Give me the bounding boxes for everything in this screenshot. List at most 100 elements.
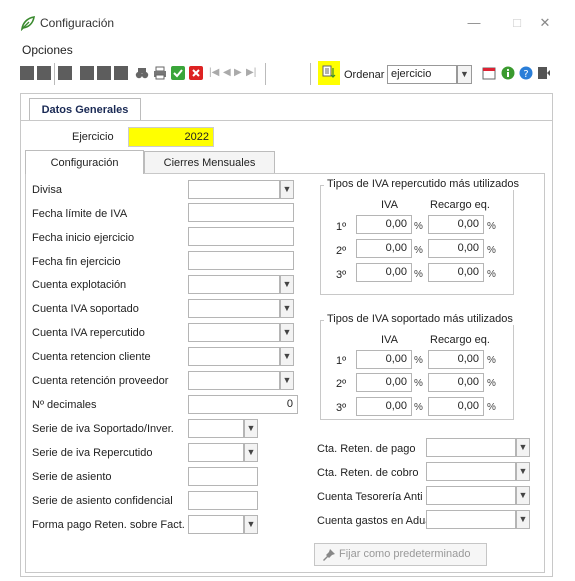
cuenta-tesoreria-label: Cuenta Tesorería Anticipos <box>317 491 423 503</box>
iva-rep-2-iva-input[interactable]: 0,00 <box>356 239 412 258</box>
percent-sign: % <box>414 402 423 413</box>
serie-iva-repercutido-label: Serie de iva Repercutido <box>32 447 153 459</box>
sort-order-icon[interactable] <box>322 65 336 79</box>
chevron-down-icon[interactable]: ▼ <box>280 299 294 318</box>
recargo-column-header: Recargo eq. <box>430 334 490 346</box>
serie-asiento-confidencial-label: Serie de asiento confidencial <box>32 495 173 507</box>
iva-rep-1-iva-input[interactable]: 0,00 <box>356 215 412 234</box>
last-nav-icon[interactable]: ▶| <box>246 66 260 80</box>
tab-datos-generales[interactable]: Datos Generales <box>29 98 141 120</box>
chevron-down-icon[interactable]: ▼ <box>516 462 530 481</box>
iva-soportado-title: Tipos de IVA soportado más utilizados <box>324 313 516 325</box>
iva-rep-3-recargo-input[interactable]: 0,00 <box>428 263 484 282</box>
iva-sop-3-recargo-input[interactable]: 0,00 <box>428 397 484 416</box>
iva-column-header: IVA <box>381 334 398 346</box>
iva-rep-1-recargo-input[interactable]: 0,00 <box>428 215 484 234</box>
cuenta-iva-soportado-combo[interactable] <box>188 299 280 318</box>
serie-asiento-confidencial-input[interactable] <box>188 491 258 510</box>
num-decimales-input[interactable]: 0 <box>188 395 298 414</box>
divisa-combo[interactable] <box>188 180 280 199</box>
new-record-button[interactable] <box>37 66 51 80</box>
maximize-button[interactable]: □ <box>507 14 527 32</box>
menu-opciones[interactable]: Opciones <box>22 43 73 57</box>
recargo-column-header: Recargo eq. <box>430 199 490 211</box>
chevron-down-icon[interactable]: ▼ <box>280 371 294 390</box>
cta-reten-pago-combo[interactable] <box>426 438 516 457</box>
cancel-x-icon[interactable] <box>189 66 203 80</box>
percent-sign: % <box>487 245 496 256</box>
iva-rep-row-3-label: 3º <box>336 269 347 281</box>
cuenta-retencion-proveedor-label: Cuenta retención proveedor <box>32 375 169 387</box>
cuenta-tesoreria-combo[interactable] <box>426 486 516 505</box>
fecha-inicio-input[interactable] <box>188 227 294 246</box>
serie-asiento-input[interactable] <box>188 467 258 486</box>
ordenar-select[interactable]: ejercicio <box>387 65 457 84</box>
serie-asiento-label: Serie de asiento <box>32 471 112 483</box>
chevron-down-icon[interactable]: ▼ <box>244 515 258 534</box>
help-icon[interactable]: ? <box>519 66 533 80</box>
fecha-fin-label: Fecha fin ejercicio <box>32 256 121 268</box>
minimize-button[interactable]: — <box>464 14 484 32</box>
cuenta-retencion-cliente-combo[interactable] <box>188 347 280 366</box>
fijar-button-label: Fijar como predeterminado <box>339 548 471 560</box>
copy-record-button[interactable] <box>80 66 94 80</box>
fecha-fin-input[interactable] <box>188 251 294 270</box>
app-leaf-icon <box>20 16 35 31</box>
print-icon[interactable] <box>153 66 167 80</box>
toolbar: |◀ ◀ ▶ ▶| Ordenar ejercicio ▼ ? <box>20 59 550 89</box>
serie-iva-repercutido-combo[interactable] <box>188 443 244 462</box>
chevron-down-icon[interactable]: ▼ <box>244 443 258 462</box>
accept-check-icon[interactable] <box>171 66 185 80</box>
search-binoculars-icon[interactable] <box>135 66 149 80</box>
fijar-predeterminado-button[interactable]: Fijar como predeterminado <box>314 543 487 566</box>
chevron-down-icon[interactable]: ▼ <box>516 510 530 529</box>
cuenta-explotacion-combo[interactable] <box>188 275 280 294</box>
iva-sop-3-iva-input[interactable]: 0,00 <box>356 397 412 416</box>
pin-icon <box>323 549 335 561</box>
ejercicio-input[interactable]: 2022 <box>128 127 214 147</box>
iva-sop-row-1-label: 1º <box>336 355 347 367</box>
cuenta-gastos-aduana-combo[interactable] <box>426 510 516 529</box>
iva-rep-row-2-label: 2º <box>336 245 347 257</box>
info-icon[interactable] <box>501 66 515 80</box>
percent-sign: % <box>487 269 496 280</box>
serie-iva-soportado-combo[interactable] <box>188 419 244 438</box>
toolbar-separator <box>54 63 55 85</box>
chevron-down-icon[interactable]: ▼ <box>457 65 472 84</box>
chevron-down-icon[interactable]: ▼ <box>516 438 530 457</box>
chevron-down-icon[interactable]: ▼ <box>280 180 294 199</box>
calendar-icon[interactable] <box>482 66 496 80</box>
list-button[interactable] <box>114 66 128 80</box>
edit-record-button[interactable] <box>58 66 72 80</box>
chevron-down-icon[interactable]: ▼ <box>280 275 294 294</box>
close-button[interactable]: ✕ <box>535 14 555 32</box>
delete-record-button[interactable] <box>97 66 111 80</box>
forma-pago-reten-combo[interactable] <box>188 515 244 534</box>
iva-rep-2-recargo-input[interactable]: 0,00 <box>428 239 484 258</box>
iva-rep-3-iva-input[interactable]: 0,00 <box>356 263 412 282</box>
tab-configuracion[interactable]: Configuración <box>25 150 144 174</box>
chevron-down-icon[interactable]: ▼ <box>280 323 294 342</box>
iva-sop-2-iva-input[interactable]: 0,00 <box>356 373 412 392</box>
fecha-limite-iva-input[interactable] <box>188 203 294 222</box>
iva-column-header: IVA <box>381 199 398 211</box>
cuenta-retencion-proveedor-combo[interactable] <box>188 371 280 390</box>
iva-sop-1-recargo-input[interactable]: 0,00 <box>428 350 484 369</box>
iva-rep-row-1-label: 1º <box>336 221 347 233</box>
cuenta-iva-soportado-label: Cuenta IVA soportado <box>32 303 139 315</box>
iva-sop-2-recargo-input[interactable]: 0,00 <box>428 373 484 392</box>
chevron-down-icon[interactable]: ▼ <box>244 419 258 438</box>
tab-cierres-mensuales[interactable]: Cierres Mensuales <box>144 151 275 173</box>
first-nav-icon[interactable]: |◀ <box>209 66 223 80</box>
first-record-button[interactable] <box>20 66 34 80</box>
cuenta-iva-repercutido-label: Cuenta IVA repercutido <box>32 327 145 339</box>
toolbar-separator <box>265 63 266 85</box>
cuenta-iva-repercutido-combo[interactable] <box>188 323 280 342</box>
chevron-down-icon[interactable]: ▼ <box>280 347 294 366</box>
iva-sop-1-iva-input[interactable]: 0,00 <box>356 350 412 369</box>
forma-pago-reten-label: Forma pago Reten. sobre Fact. <box>32 519 185 531</box>
percent-sign: % <box>414 245 423 256</box>
cta-reten-cobro-combo[interactable] <box>426 462 516 481</box>
chevron-down-icon[interactable]: ▼ <box>516 486 530 505</box>
exit-door-icon[interactable] <box>537 66 551 80</box>
